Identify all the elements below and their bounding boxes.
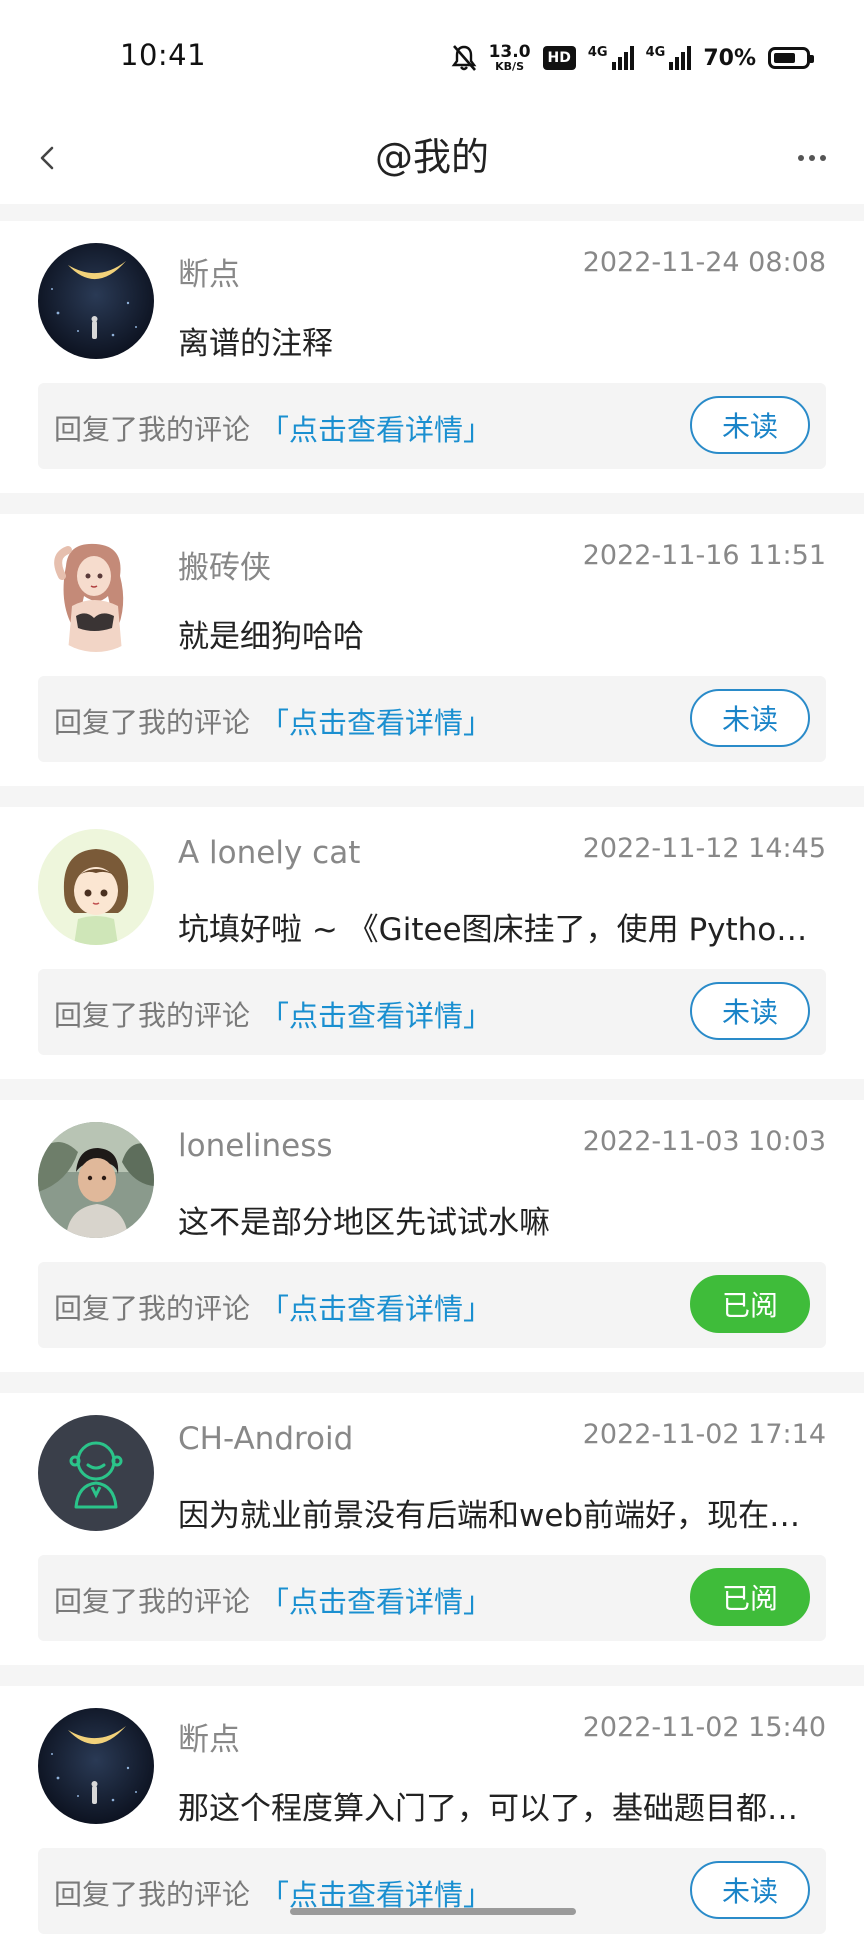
status-bar: 10:41 13.0 KB/S HD 4G 4G 70% <box>0 0 864 112</box>
avatar[interactable] <box>38 1708 154 1824</box>
mention-card[interactable]: A lonely cat 2022-11-12 14:45 坑填好啦 ~ 《Gi… <box>0 807 864 1079</box>
status-icons: 13.0 KB/S HD 4G 4G 70% <box>451 38 814 78</box>
username[interactable]: A lonely cat <box>178 835 360 871</box>
mute-bell-icon <box>451 44 477 72</box>
avatar[interactable] <box>38 243 154 359</box>
mention-card[interactable]: 断点 2022-11-24 08:08 离谱的注释 回复了我的评论 「点击查看详… <box>0 221 864 493</box>
reply-prefix: 回复了我的评论 <box>54 1292 251 1325</box>
net-speed: 13.0 KB/S <box>488 42 531 73</box>
reply-box[interactable]: 回复了我的评论 「点击查看详情」 已阅 <box>38 1555 826 1641</box>
reply-prefix: 回复了我的评论 <box>54 413 251 446</box>
username[interactable]: 搬砖侠 <box>178 542 271 587</box>
signal-icon-2 <box>669 46 692 70</box>
username[interactable]: loneliness <box>178 1128 333 1164</box>
status-time: 10:41 <box>120 38 207 72</box>
comment-content: 就是细狗哈哈 <box>178 619 364 655</box>
view-details-link[interactable]: 「点击查看详情」 <box>260 993 492 1035</box>
username[interactable]: CH-Android <box>178 1421 353 1457</box>
battery-fill <box>774 53 795 63</box>
net-speed-value: 13.0 <box>488 42 531 62</box>
reply-prefix: 回复了我的评论 <box>54 1878 251 1911</box>
avatar[interactable] <box>38 1122 154 1238</box>
timestamp: 2022-11-03 10:03 <box>582 1126 826 1157</box>
timestamp: 2022-11-24 08:08 <box>582 247 826 278</box>
nav-bar: @我的 <box>0 112 864 204</box>
more-horizontal-icon <box>798 155 826 161</box>
moon-night-avatar <box>38 1708 154 1824</box>
mention-card[interactable]: 搬砖侠 2022-11-16 11:51 就是细狗哈哈 回复了我的评论 「点击查… <box>0 514 864 786</box>
page-title: @我的 <box>374 135 489 179</box>
timestamp: 2022-11-12 14:45 <box>582 833 826 864</box>
view-details-link[interactable]: 「点击查看详情」 <box>260 700 492 742</box>
photo-boy-avatar <box>38 1122 154 1238</box>
reply-prefix: 回复了我的评论 <box>54 999 251 1032</box>
anime-girl-avatar <box>38 536 154 652</box>
signal-icon-1 <box>611 46 634 70</box>
avatar[interactable] <box>38 1415 154 1531</box>
home-indicator[interactable] <box>290 1908 576 1915</box>
view-details-link[interactable]: 「点击查看详情」 <box>260 407 492 449</box>
signal-label-1: 4G <box>587 44 608 60</box>
moon-night-avatar <box>38 243 154 359</box>
reply-box[interactable]: 回复了我的评论 「点击查看详情」 已阅 <box>38 1262 826 1348</box>
comment-content: 因为就业前景没有后端和web前端好，现在很多人都不学了 <box>178 1498 826 1534</box>
username[interactable]: 断点 <box>178 249 240 294</box>
hd-badge: HD <box>542 46 576 70</box>
battery-icon <box>768 47 814 69</box>
reply-box[interactable]: 回复了我的评论 「点击查看详情」 未读 <box>38 969 826 1055</box>
username[interactable]: 断点 <box>178 1714 240 1759</box>
unread-badge[interactable]: 未读 <box>690 689 810 747</box>
reply-box[interactable]: 回复了我的评论 「点击查看详情」 未读 <box>38 676 826 762</box>
unread-badge[interactable]: 未读 <box>690 396 810 454</box>
mention-card[interactable]: loneliness 2022-11-03 10:03 这不是部分地区先试试水嘛… <box>0 1100 864 1372</box>
view-details-link[interactable]: 「点击查看详情」 <box>260 1579 492 1621</box>
line-person-avatar <box>38 1415 154 1531</box>
signal-label-2: 4G <box>645 44 666 60</box>
timestamp: 2022-11-16 11:51 <box>582 540 826 571</box>
timestamp: 2022-11-02 15:40 <box>582 1712 826 1743</box>
reply-prefix: 回复了我的评论 <box>54 706 251 739</box>
avatar[interactable] <box>38 829 154 945</box>
more-button[interactable] <box>780 130 844 186</box>
comment-content: 离谱的注释 <box>178 326 333 362</box>
net-speed-unit: KB/S <box>495 60 524 73</box>
battery-percent: 70% <box>703 45 756 71</box>
read-badge[interactable]: 已阅 <box>690 1568 810 1626</box>
mention-card[interactable]: CH-Android 2022-11-02 17:14 因为就业前景没有后端和w… <box>0 1393 864 1665</box>
avatar[interactable] <box>38 536 154 652</box>
unread-badge[interactable]: 未读 <box>690 1861 810 1919</box>
cartoon-girl-avatar <box>38 829 154 945</box>
reply-prefix: 回复了我的评论 <box>54 1585 251 1618</box>
view-details-link[interactable]: 「点击查看详情」 <box>260 1286 492 1328</box>
reply-box[interactable]: 回复了我的评论 「点击查看详情」 未读 <box>38 1848 826 1934</box>
mention-card[interactable]: 断点 2022-11-02 15:40 那这个程度算入门了，可以了，基础题目都可… <box>0 1686 864 1958</box>
unread-badge[interactable]: 未读 <box>690 982 810 1040</box>
comment-content: 那这个程度算入门了，可以了，基础题目都可以做了 <box>178 1791 826 1827</box>
reply-box[interactable]: 回复了我的评论 「点击查看详情」 未读 <box>38 383 826 469</box>
timestamp: 2022-11-02 17:14 <box>582 1419 826 1450</box>
comment-content: 这不是部分地区先试试水嘛 <box>178 1205 550 1241</box>
comment-content: 坑填好啦 ~ 《Gitee图床挂了，使用 Python实现图片上传》 <box>178 912 826 948</box>
read-badge[interactable]: 已阅 <box>690 1275 810 1333</box>
